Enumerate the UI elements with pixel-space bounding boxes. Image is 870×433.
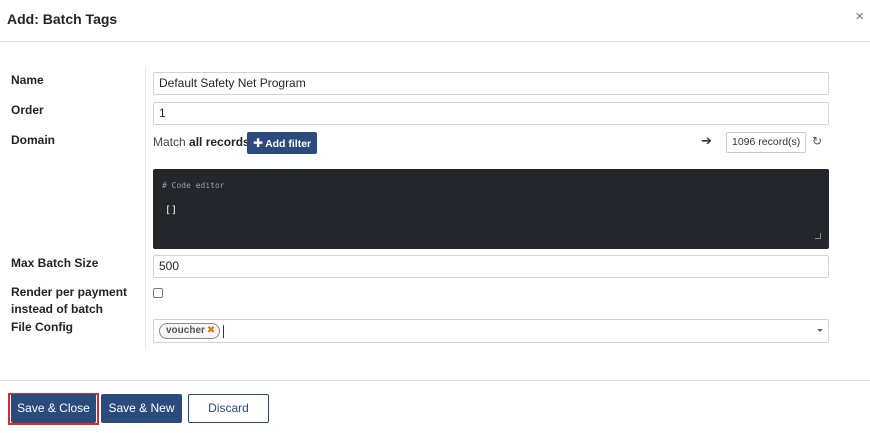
refresh-icon[interactable]: ↻	[812, 134, 822, 148]
file-config-select[interactable]: voucher ✖	[153, 319, 829, 343]
plus-icon: ✚	[253, 136, 264, 150]
label-column-divider	[145, 67, 146, 349]
add-filter-label: Add filter	[265, 138, 312, 150]
render-per-payment-label-line2: instead of batch	[11, 302, 104, 316]
arrow-right-icon[interactable]: ➔	[701, 133, 712, 149]
name-label: Name	[11, 73, 44, 87]
resize-handle-icon[interactable]	[815, 233, 821, 239]
save-and-new-button[interactable]: Save & New	[101, 394, 182, 423]
order-label: Order	[11, 103, 44, 117]
file-config-tag-label: voucher	[166, 325, 205, 336]
domain-match-prefix: Match	[153, 135, 186, 149]
tag-remove-icon[interactable]: ✖	[207, 325, 215, 336]
order-input[interactable]: 1	[153, 102, 829, 125]
domain-match-text: Match all records	[153, 135, 250, 149]
chevron-down-icon[interactable]	[817, 329, 823, 332]
dialog-title: Add: Batch Tags	[7, 11, 118, 27]
domain-code-editor[interactable]: # Code editor []	[153, 169, 829, 249]
render-per-payment-label: Render per payment instead of batch	[11, 284, 127, 318]
save-and-close-button[interactable]: Save & Close	[11, 394, 96, 423]
domain-label: Domain	[11, 133, 56, 147]
render-per-payment-checkbox[interactable]	[153, 288, 163, 298]
render-per-payment-label-line1: Render per payment	[11, 285, 128, 299]
footer-divider	[0, 380, 870, 381]
domain-selector: Match all records ✚ Add filter ➔ 1096 rec…	[153, 131, 829, 154]
modal-header: Add: Batch Tags ×	[0, 0, 870, 42]
code-editor-value: []	[165, 205, 178, 216]
max-batch-size-label: Max Batch Size	[11, 256, 99, 270]
code-editor-comment: # Code editor	[162, 181, 225, 190]
file-config-label: File Config	[11, 320, 73, 334]
close-icon[interactable]: ×	[855, 9, 864, 25]
name-input[interactable]: Default Safety Net Program	[153, 72, 829, 95]
discard-button[interactable]: Discard	[188, 394, 269, 423]
max-batch-size-input[interactable]: 500	[153, 255, 829, 278]
add-filter-button[interactable]: ✚ Add filter	[247, 132, 318, 154]
file-config-tag: voucher ✖	[159, 323, 221, 339]
records-count-button[interactable]: 1096 record(s)	[726, 132, 807, 153]
text-cursor	[223, 325, 224, 338]
domain-match-scope: all records	[189, 135, 250, 149]
